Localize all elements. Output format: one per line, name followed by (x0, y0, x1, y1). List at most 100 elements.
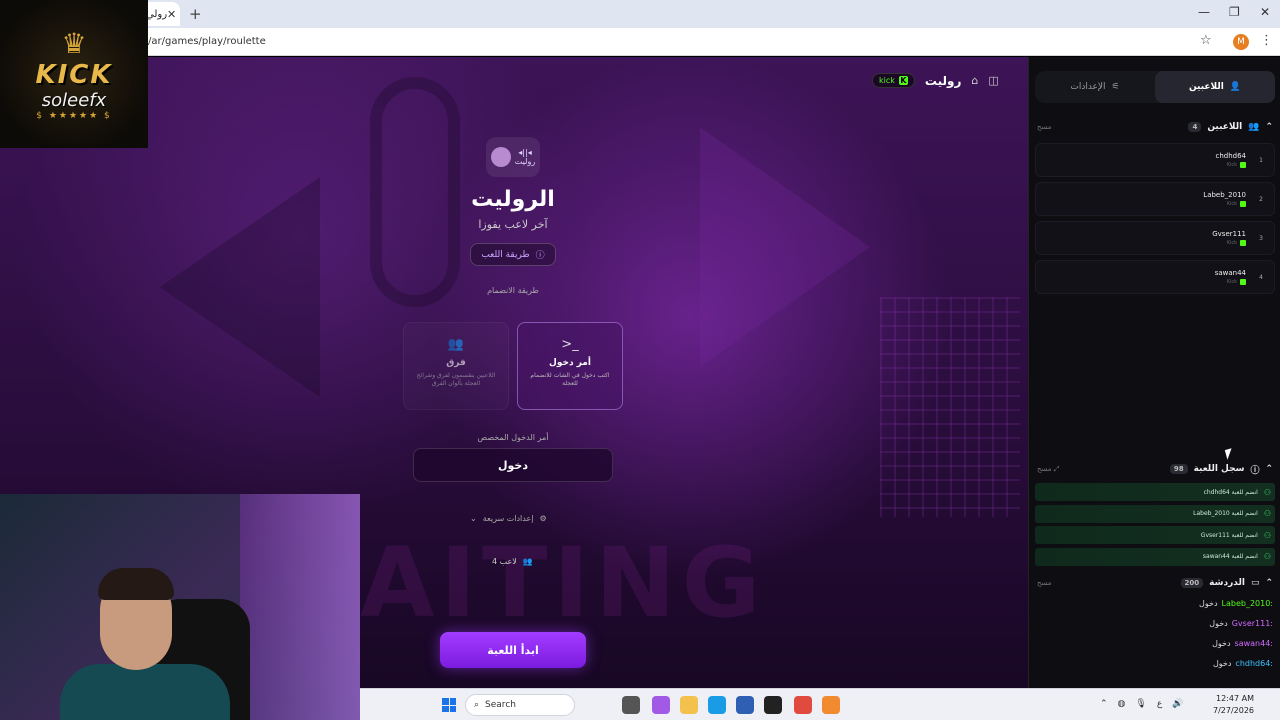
app-icon[interactable] (652, 696, 670, 714)
users-icon: 👥 (522, 557, 533, 566)
task-view-icon[interactable] (622, 696, 640, 714)
network-icon[interactable]: ◍ (1118, 699, 1126, 709)
menu-kebab-icon[interactable]: ⋮ (1260, 33, 1273, 48)
player-row[interactable]: sawan44 Kick 4 (1035, 260, 1275, 294)
mode-desc: اللاعبين ينقسمون لفرق وشرائح العجلة بألو… (416, 372, 496, 388)
clock[interactable]: 12:47 AM 7/27/2026 (1213, 693, 1254, 717)
taskbar: ⌕ Search ⌃ ◍ 🎙 ع 🔊 12:47 AM 7/27/2026 (360, 688, 1280, 720)
quick-settings-label: إعدادات سريعة (482, 514, 534, 523)
file-explorer-icon[interactable] (680, 696, 698, 714)
panel-tabs: الإعدادات ⚟ اللاعبين 👤 (1035, 71, 1275, 103)
new-tab-button[interactable]: + (189, 5, 202, 23)
tab-settings-label: الإعدادات (1070, 82, 1106, 92)
search-icon: ⌕ (474, 700, 480, 710)
close-icon[interactable]: ✕ (167, 8, 176, 21)
search-placeholder: Search (485, 700, 516, 710)
chat-message: دخول chdhd64: (1212, 658, 1273, 668)
minimize-icon[interactable]: — (1198, 5, 1210, 19)
user-join-icon: ⚇ (1263, 487, 1271, 497)
app-icon[interactable] (822, 696, 840, 714)
bg-decoration (880, 297, 1020, 517)
user-join-icon: ⚇ (1263, 552, 1271, 562)
player-name: Labeb_2010 (1203, 191, 1246, 199)
channel-logo: ♛ KICK soleefx $ ★★★★★ $ (0, 0, 148, 148)
player-platform: Kick (1212, 240, 1246, 246)
url-field[interactable]: /ar/games/play/roulette (148, 36, 266, 47)
chevron-up-icon[interactable]: ⌃ (1100, 699, 1108, 709)
tab-players-label: اللاعبين (1188, 82, 1224, 92)
players-count-badge: 4 (1188, 122, 1202, 132)
sliders-icon: ⚟ (1111, 82, 1120, 92)
log-count-badge: 98 (1169, 464, 1188, 474)
cam-person-body (60, 664, 230, 720)
player-rank: 4 (1259, 273, 1263, 281)
side-panel: الإعدادات ⚟ اللاعبين 👤 مسح 4 اللاعبين 👥 … (1028, 57, 1280, 688)
mode-title: أمر دخول (549, 358, 591, 368)
kick-logo-icon (1240, 201, 1246, 207)
tab-settings[interactable]: الإعدادات ⚟ (1035, 71, 1155, 103)
address-bar: /ar/games/play/roulette ☆ M ⋮ (0, 28, 1280, 56)
info-icon: ⓘ (535, 251, 545, 261)
user-join-icon: ⚇ (1263, 530, 1271, 540)
close-window-icon[interactable]: ✕ (1260, 5, 1270, 19)
chat-bubble-icon: ▭ (1250, 578, 1260, 588)
clear-log-button[interactable]: مسح ⤢ (1037, 465, 1059, 474)
info-icon: ⓘ (1250, 465, 1260, 476)
chevron-up-icon[interactable]: ⌃ (1265, 578, 1273, 588)
player-row[interactable]: chdhd64 Kick 1 (1035, 143, 1275, 177)
chat-section-header: مسح 200 الدردشة ▭ ⌃ (1037, 575, 1273, 591)
game-log-list: chdhd64 انضم للعبة ⚇ Labeb_2010 انضم للعب… (1035, 483, 1275, 569)
player-row[interactable]: Labeb_2010 Kick 2 (1035, 182, 1275, 216)
player-name: Gvser111 (1212, 230, 1246, 238)
keyboard-lang[interactable]: ع (1157, 699, 1162, 709)
chevron-up-icon[interactable]: ⌃ (1265, 122, 1273, 132)
taskbar-search[interactable]: ⌕ Search (465, 694, 575, 716)
chat-username: Labeb_2010: (1221, 598, 1274, 608)
home-icon[interactable]: ⌂ (971, 74, 978, 87)
chevron-down-icon: ⌄ (470, 514, 477, 523)
mode-card-teams[interactable]: 👥 فرق اللاعبين ينقسمون لفرق وشرائح العجل… (403, 322, 509, 410)
chrome-icon[interactable] (794, 696, 812, 714)
clear-players-button[interactable]: مسح (1037, 123, 1052, 131)
tab-players[interactable]: اللاعبين 👤 (1155, 71, 1275, 103)
quick-settings-toggle[interactable]: ⌄ إعدادات سريعة ⚙ (470, 514, 547, 523)
chat-username: Gvser111: (1231, 618, 1273, 628)
players-section-header: مسح 4 اللاعبين 👥 ⌃ (1037, 119, 1273, 135)
log-section-header: مسح ⤢ 98 سجل اللعبة ⓘ ⌃ (1037, 461, 1273, 477)
cam-background (240, 494, 360, 720)
how-to-play-button[interactable]: طريقة اللعب ⓘ (470, 243, 556, 266)
profile-avatar[interactable]: M (1233, 34, 1249, 50)
join-method-label: طريقة الانضمام (487, 286, 539, 295)
game-header: ◂||◂ روليت الروليت آخر لاعب يفوزا طريقة … (398, 137, 628, 295)
page-subtitle: آخر لاعب يفوزا (478, 218, 548, 231)
tab-title: رولي (146, 8, 168, 20)
start-game-button[interactable]: ابدأ اللعبة (440, 632, 586, 668)
chat-count-badge: 200 (1180, 578, 1204, 588)
volume-icon[interactable]: 🔊 (1172, 699, 1183, 709)
chevron-up-icon[interactable]: ⌃ (1265, 464, 1273, 474)
logo-mark: ◂||◂ (518, 148, 532, 157)
sidebar-toggle-icon[interactable]: ◫ (988, 74, 998, 87)
player-row[interactable]: Gvser111 Kick 3 (1035, 221, 1275, 255)
store-icon[interactable] (736, 696, 754, 714)
custom-command-input[interactable] (413, 448, 613, 482)
how-to-play-label: طريقة اللعب (481, 249, 530, 260)
clear-chat-button[interactable]: مسح (1037, 579, 1052, 587)
mode-card-command[interactable]: >_ أمر دخول اكتب دخول في الشات للانضمام … (517, 322, 623, 410)
windows-start-icon[interactable] (442, 698, 456, 712)
roulette-icon (490, 147, 511, 167)
player-name: chdhd64 (1215, 152, 1246, 160)
obs-icon[interactable] (764, 696, 782, 714)
logo-text: روليت (514, 157, 536, 166)
page-title: الروليت (471, 187, 555, 212)
bookmark-star-icon[interactable]: ☆ (1200, 33, 1212, 48)
kick-logo-icon: K (898, 76, 908, 85)
player-platform: Kick (1203, 201, 1246, 207)
restore-icon[interactable]: ❐ (1229, 5, 1240, 19)
bg-decoration (160, 177, 320, 397)
log-item: chdhd64 انضم للعبة ⚇ (1035, 483, 1275, 501)
chat-section-title: الدردشة (1209, 578, 1245, 588)
clock-date: 7/27/2026 (1213, 706, 1255, 715)
mic-icon[interactable]: 🎙 (1135, 699, 1146, 709)
edge-icon[interactable] (708, 696, 726, 714)
